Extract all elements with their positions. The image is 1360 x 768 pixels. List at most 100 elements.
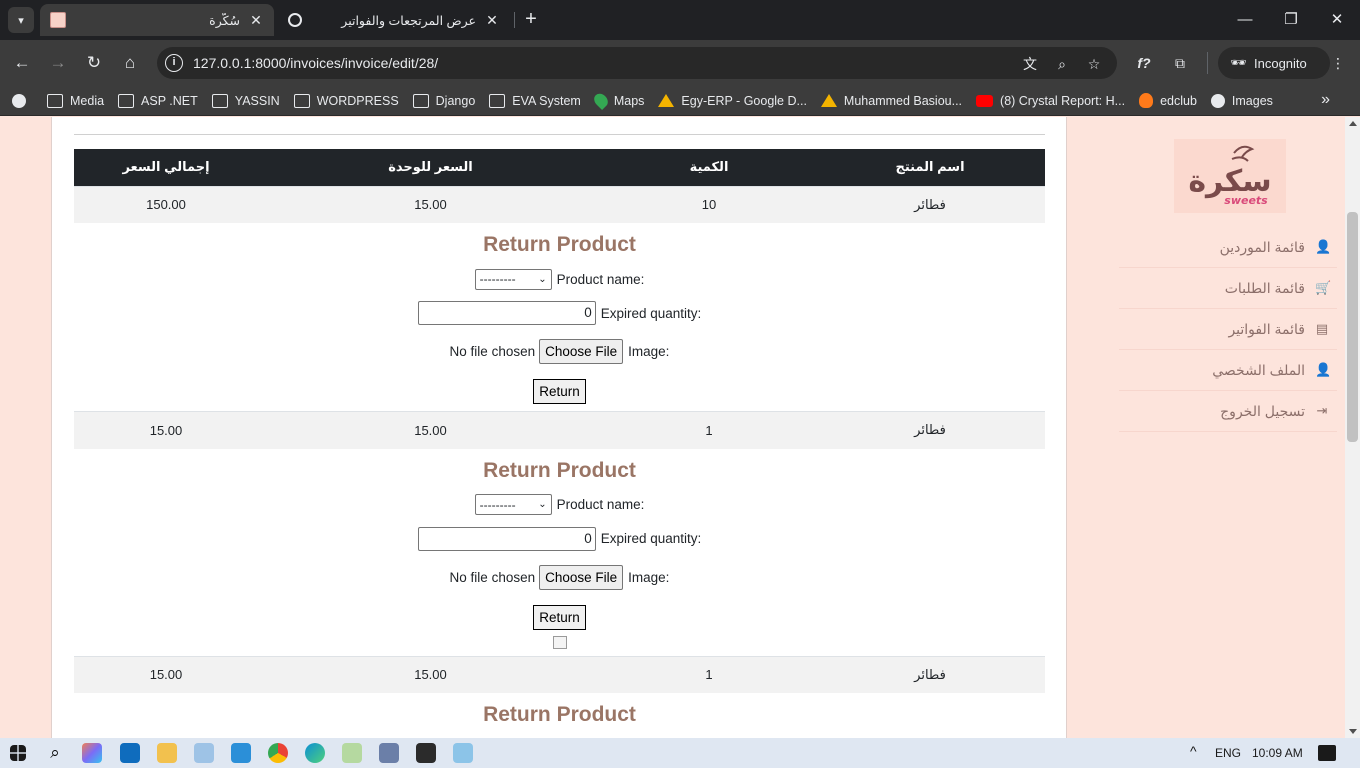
svg-text:sweets: sweets bbox=[1224, 194, 1268, 207]
main-content: اسم المنتج الكمية السعر للوحدة إجمالي ال… bbox=[51, 117, 1067, 738]
product-name-label: Product name: bbox=[556, 271, 645, 287]
reload-icon[interactable]: ↻ bbox=[82, 51, 106, 75]
new-tab-button[interactable]: + bbox=[520, 8, 542, 30]
bookmark-item[interactable]: Media bbox=[47, 93, 104, 108]
return-submit-button[interactable]: Return bbox=[533, 604, 586, 630]
notepad-icon[interactable] bbox=[453, 743, 473, 763]
bookmark-item[interactable]: Maps bbox=[591, 90, 644, 111]
image-label: Image: bbox=[628, 344, 670, 359]
sidebar-item-suppliers[interactable]: قائمة الموردين 👤 bbox=[1119, 227, 1337, 268]
vscode-icon[interactable] bbox=[231, 743, 251, 763]
windows-start-icon[interactable] bbox=[10, 745, 26, 761]
sidebar-menu: قائمة الموردين 👤 قائمة الطلبات 🛒 قائمة ا… bbox=[1119, 227, 1337, 432]
language-indicator[interactable]: ENG bbox=[1215, 746, 1241, 760]
chrome-icon[interactable] bbox=[268, 743, 288, 763]
table-row: فطائر 1 15.00 15.00 bbox=[74, 655, 1045, 693]
terminal-icon[interactable] bbox=[416, 743, 436, 763]
home-icon[interactable]: ⌂ bbox=[118, 51, 142, 75]
search-icon[interactable]: ⌕ bbox=[45, 743, 65, 763]
scroll-down-icon[interactable] bbox=[1349, 729, 1357, 734]
choose-file-button[interactable]: Choose File bbox=[539, 339, 624, 364]
tab-inactive[interactable]: عرض المرتجعات والفواتير ✕ bbox=[278, 4, 510, 36]
address-bar[interactable]: i 127.0.0.1:8000/invoices/invoice/edit/2… bbox=[157, 47, 1117, 79]
bookmark-item[interactable]: ASP .NET bbox=[118, 93, 198, 108]
remote-desktop-icon[interactable] bbox=[379, 743, 399, 763]
cell-unit-price: 15.00 bbox=[258, 655, 603, 693]
scrollbar-thumb[interactable] bbox=[1347, 212, 1358, 442]
bookmark-item[interactable]: (8) Crystal Report: H... bbox=[976, 94, 1125, 108]
outlook-icon[interactable] bbox=[120, 743, 140, 763]
cell-product-name: فطائر bbox=[815, 185, 1045, 223]
url-text[interactable]: 127.0.0.1:8000/invoices/invoice/edit/28/ bbox=[193, 55, 438, 71]
return-submit-button[interactable]: Return bbox=[533, 379, 586, 404]
choose-file-button[interactable]: Choose File bbox=[539, 564, 624, 590]
clock[interactable]: 10:09 AM bbox=[1252, 746, 1303, 760]
minimize-icon[interactable]: — bbox=[1230, 8, 1260, 32]
edge-icon[interactable] bbox=[305, 743, 325, 763]
cell-unit-price: 15.00 bbox=[258, 185, 603, 223]
incognito-icon: 🕶 bbox=[1230, 55, 1247, 70]
drive-icon bbox=[820, 94, 837, 107]
no-file-text: No file chosen bbox=[449, 344, 536, 359]
copilot-icon[interactable] bbox=[82, 743, 102, 763]
site-info-icon[interactable]: i bbox=[165, 54, 183, 72]
page-scrollbar[interactable] bbox=[1345, 117, 1360, 738]
expired-quantity-label: Expired quantity: bbox=[600, 305, 702, 321]
header-total-price: إجمالي السعر bbox=[74, 149, 258, 186]
cell-product-name: فطائر bbox=[815, 655, 1045, 693]
sidebar-item-label: الملف الشخصي bbox=[1212, 361, 1305, 378]
bookmark-item[interactable]: WORDPRESS bbox=[293, 93, 399, 108]
notifications-icon[interactable] bbox=[1318, 745, 1336, 761]
bookmark-item[interactable]: YASSIN bbox=[211, 93, 280, 108]
tab-close-icon[interactable]: ✕ bbox=[248, 12, 264, 29]
bookmark-globe[interactable] bbox=[12, 93, 33, 108]
product-name-select[interactable]: --------- ⌄ bbox=[474, 268, 552, 290]
sidebar-item-profile[interactable]: الملف الشخصي 👤 bbox=[1119, 350, 1337, 391]
folder-icon bbox=[211, 93, 228, 108]
tab-active[interactable]: سُكّرة ✕ bbox=[40, 4, 274, 36]
restore-icon[interactable]: ❐ bbox=[1276, 8, 1306, 32]
scroll-up-icon[interactable] bbox=[1349, 121, 1357, 126]
cell-product-name: فطائر bbox=[815, 411, 1045, 449]
bookmark-star-icon[interactable]: ☆ bbox=[1084, 54, 1104, 74]
window-close-icon[interactable]: ✕ bbox=[1322, 8, 1352, 32]
bookmark-item[interactable]: Images bbox=[1210, 93, 1273, 108]
extensions-puzzle-icon[interactable]: ⧉ bbox=[1169, 52, 1191, 74]
translate-icon[interactable]: ⽂ bbox=[1020, 54, 1040, 74]
bookmarks-overflow-icon[interactable]: » bbox=[1321, 91, 1330, 109]
file-explorer-icon[interactable] bbox=[157, 743, 177, 763]
product-name-select[interactable]: --------- ⌄ bbox=[474, 494, 552, 515]
bookmark-item[interactable]: Egy-ERP - Google D... bbox=[658, 94, 807, 108]
incognito-button[interactable]: 🕶 Incognito bbox=[1218, 47, 1330, 79]
chevron-up-icon[interactable]: ^ bbox=[1190, 743, 1197, 759]
expired-quantity-input[interactable]: 0 bbox=[417, 526, 596, 551]
return-form-row: Return Product --------- ⌄ Product name: … bbox=[74, 448, 1045, 656]
header-product-name: اسم المنتج bbox=[815, 149, 1045, 186]
forward-icon[interactable]: → bbox=[46, 51, 70, 75]
sidebar-item-orders[interactable]: قائمة الطلبات 🛒 bbox=[1119, 268, 1337, 309]
tab-title: عرض المرتجعات والفواتير bbox=[341, 13, 476, 28]
sidebar-item-invoices[interactable]: قائمة الفواتير ▤ bbox=[1119, 309, 1337, 350]
sidebar-item-logout[interactable]: تسجيل الخروج ⇥ bbox=[1119, 391, 1337, 432]
cell-total-price: 150.00 bbox=[74, 185, 258, 223]
expired-quantity-row: 0 Expired quantity: bbox=[74, 300, 1045, 326]
globe-icon bbox=[1210, 93, 1225, 108]
snipping-tool-icon[interactable] bbox=[194, 743, 214, 763]
zoom-icon[interactable]: ⌕ bbox=[1052, 54, 1072, 74]
image-row: No file chosen Choose File Image: bbox=[74, 338, 1045, 365]
app-icon[interactable] bbox=[342, 743, 362, 763]
extension-f-icon[interactable]: f? bbox=[1133, 52, 1155, 74]
bookmark-item[interactable]: EVA System bbox=[489, 93, 581, 108]
folder-icon bbox=[47, 93, 63, 108]
bookmark-item[interactable]: Django bbox=[412, 93, 475, 108]
expired-quantity-input[interactable]: 0 bbox=[417, 301, 596, 325]
sidebar-item-label: قائمة الطلبات bbox=[1224, 279, 1305, 296]
back-icon[interactable]: ← bbox=[10, 51, 34, 75]
tab-search-button[interactable]: ▾ bbox=[8, 7, 34, 33]
bookmark-item[interactable]: edclub bbox=[1139, 93, 1197, 108]
sokkara-logo[interactable]: سكرة sweets bbox=[1174, 139, 1286, 213]
bookmark-item[interactable]: Muhammed Basiou... bbox=[820, 94, 962, 108]
cell-quantity: 1 bbox=[603, 655, 815, 693]
tab-close-icon[interactable]: ✕ bbox=[484, 12, 500, 29]
browser-menu-icon[interactable]: ⋮ bbox=[1327, 52, 1349, 74]
